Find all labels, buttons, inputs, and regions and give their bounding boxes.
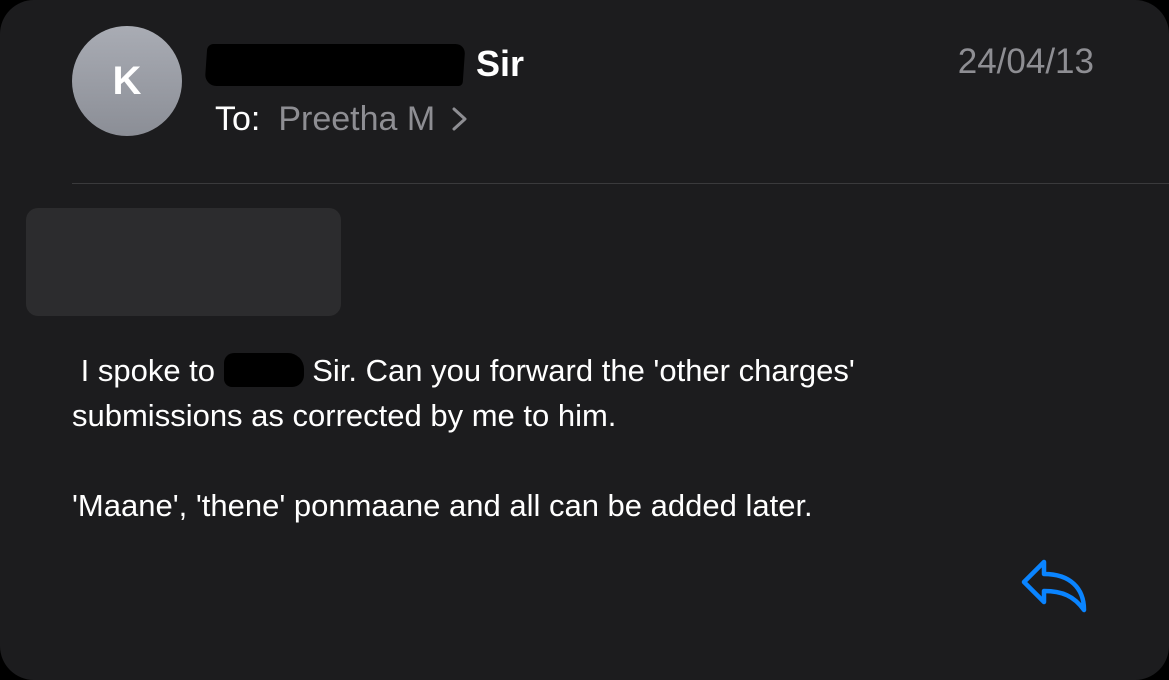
body-text-segment: Sir. Can you forward the 'other charges'	[303, 353, 855, 388]
body-text-segment: I spoke to	[72, 353, 224, 388]
reply-icon[interactable]	[1018, 556, 1094, 616]
message-card: K Sir 24/04/13 To: Preetha M I spoke to …	[0, 0, 1169, 680]
body-text-segment: submissions as corrected by me to him.	[72, 398, 617, 433]
body-paragraph: I spoke to Sir. Can you forward the 'oth…	[72, 348, 1092, 438]
avatar-initial: K	[112, 58, 142, 103]
message-body: I spoke to Sir. Can you forward the 'oth…	[72, 348, 1092, 528]
sender-suffix: Sir	[476, 43, 525, 84]
header-divider	[72, 183, 1169, 184]
sender-name[interactable]: Sir	[204, 36, 525, 92]
recipient-row[interactable]: To: Preetha M	[215, 96, 471, 142]
redacted-block	[26, 208, 341, 316]
chevron-right-icon	[452, 107, 467, 131]
recipient-name: Preetha M	[278, 99, 436, 138]
body-paragraph: 'Maane', 'thene' ponmaane and all can be…	[72, 488, 813, 523]
redacted-sender-name	[204, 44, 466, 86]
redacted-inline-name	[223, 353, 304, 387]
to-label: To:	[215, 99, 261, 138]
message-date: 24/04/13	[957, 42, 1094, 81]
avatar[interactable]: K	[72, 26, 182, 136]
